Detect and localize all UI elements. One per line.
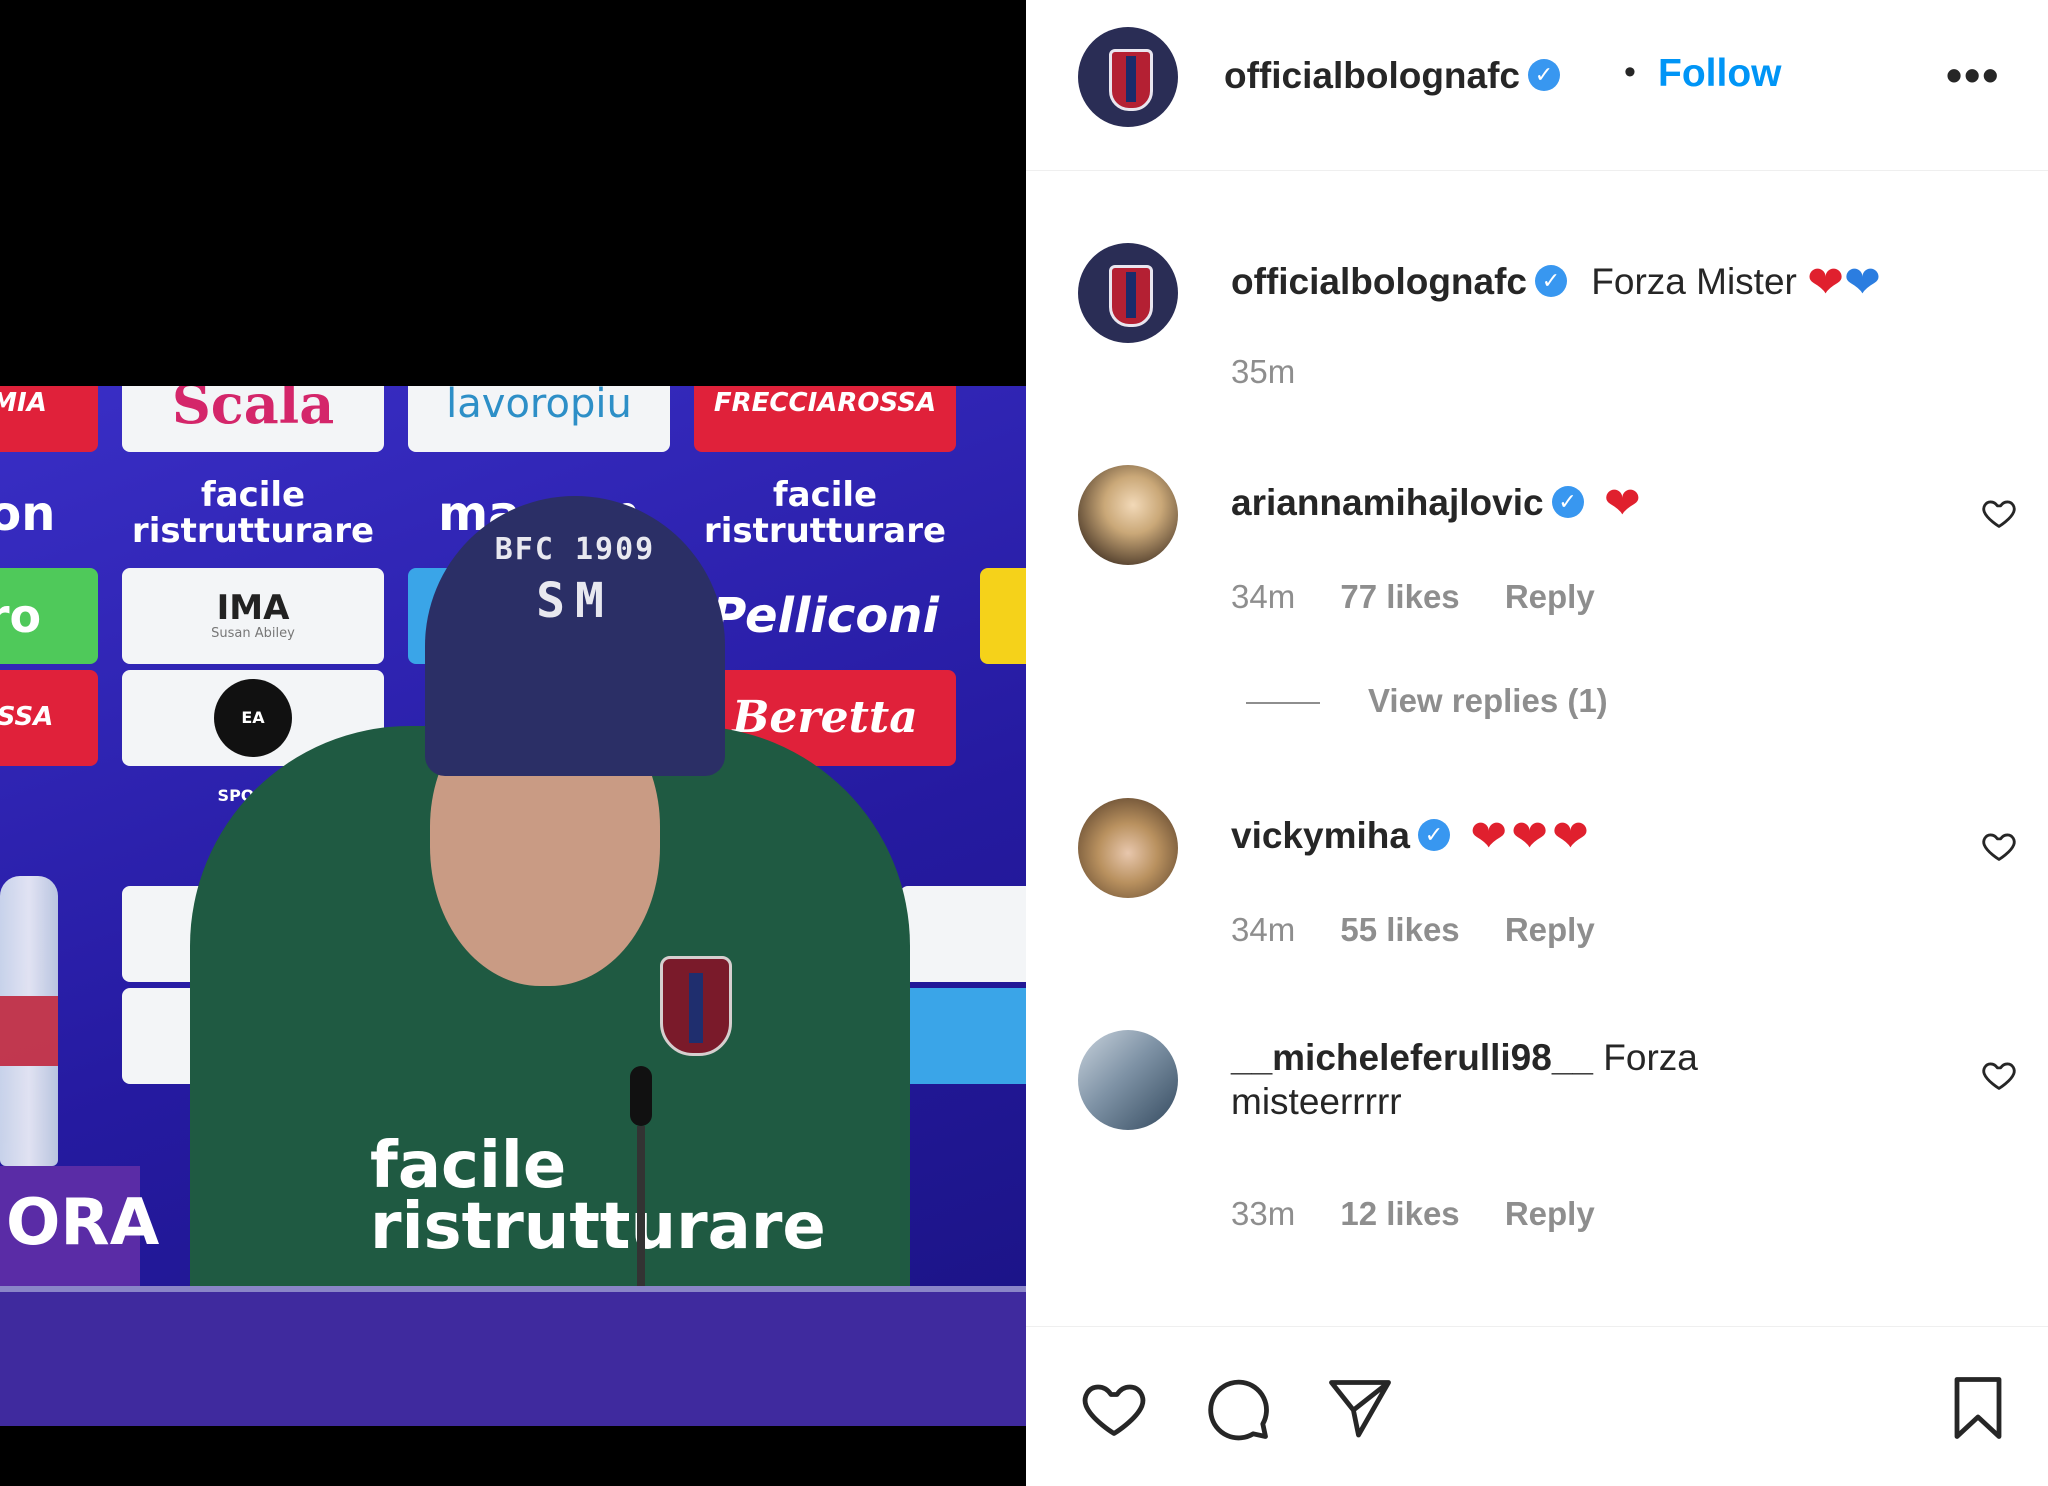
sponsor-tile-ima: IMA Susan Abiley: [122, 568, 384, 664]
sponsor-tile-ossa: OSSA: [0, 670, 98, 766]
sponsor-tile-pelliconi: Pelliconi: [711, 587, 939, 644]
coach-beanie: BFC 1909 SM: [425, 496, 725, 776]
sponsor-tile-ro: ro: [0, 568, 98, 664]
comment-1-like-icon[interactable]: [1980, 494, 2018, 532]
post-side-panel: officialbolognafc ✓ • Follow ••• official…: [1026, 0, 2048, 1486]
commenter-avatar-2[interactable]: [1078, 798, 1178, 898]
sponsor-tile-yellow: [980, 568, 1026, 664]
comment-2-time[interactable]: 34m: [1231, 911, 1295, 948]
comment-3-reply-button[interactable]: Reply: [1505, 1195, 1595, 1232]
microphone: [630, 1066, 652, 1126]
comment-3-like-icon[interactable]: [1980, 1056, 2018, 1094]
press-conference-photo: MIA Scala lavoropiu FRECCIAROSSA ron fac…: [0, 386, 1026, 1426]
commenter-avatar-3[interactable]: [1078, 1030, 1178, 1130]
sponsor-tile-frecciarossa: FRECCIAROSSA: [694, 386, 956, 452]
blue-heart-emoji: ❤: [1844, 258, 1881, 307]
comment-2-username[interactable]: vickymiha: [1231, 815, 1410, 856]
comment-2-like-icon[interactable]: [1980, 827, 2018, 865]
verified-badge-icon: ✓: [1535, 265, 1567, 298]
red-heart-emoji: ❤: [1603, 479, 1641, 528]
sponsor-tile-scala: Scala: [122, 386, 384, 452]
verified-badge-icon: ✓: [1528, 59, 1560, 92]
verified-badge-icon: ✓: [1551, 486, 1584, 519]
author-avatar[interactable]: [1078, 27, 1178, 127]
bologna-crest-badge: [660, 956, 732, 1056]
sponsor-tile-lavoropiu: lavoropiu: [408, 386, 670, 452]
sponsor-tile-ron: ron: [0, 485, 56, 542]
sponsor-tile-partial-3: [900, 886, 1026, 982]
commenter-avatar-1[interactable]: [1078, 465, 1178, 565]
jacket-sponsor-logo: facile ristrutturare: [370, 1129, 826, 1264]
caption-time[interactable]: 35m: [1231, 353, 1295, 391]
comment-1-time[interactable]: 34m: [1231, 578, 1295, 615]
sponsor-tile-facile-1: facile ristrutturare: [131, 475, 375, 551]
sponsor-tile-facile-2: facile ristrutturare: [703, 475, 947, 551]
more-options-icon[interactable]: •••: [1946, 48, 2000, 102]
post-header: officialbolognafc ✓ • Follow •••: [1026, 0, 2048, 171]
comment-3-likes[interactable]: 12 likes: [1340, 1195, 1459, 1232]
caption-row: officialbolognafc ✓ Forza Mister ❤❤: [1231, 254, 1881, 307]
comment-1-meta: 34m 77 likes Reply: [1231, 578, 1631, 616]
sponsor-tile-partial-4: [900, 988, 1026, 1084]
comment-3-time[interactable]: 33m: [1231, 1195, 1295, 1232]
header-separator: •: [1624, 53, 1636, 91]
replies-line: [1246, 702, 1320, 705]
view-replies-button[interactable]: View replies (1): [1246, 682, 1608, 720]
comment-1-reply-button[interactable]: Reply: [1505, 578, 1595, 615]
author-username[interactable]: officialbolognafc ✓: [1224, 55, 1560, 97]
comment-2-likes[interactable]: 55 likes: [1340, 911, 1459, 948]
press-desk: [0, 1286, 1026, 1426]
post-media[interactable]: MIA Scala lavoropiu FRECCIAROSSA ron fac…: [0, 0, 1026, 1486]
comment-3-meta: 33m 12 likes Reply: [1231, 1195, 1631, 1233]
actions-divider: [1026, 1326, 2048, 1327]
paper-plane-icon[interactable]: [1324, 1372, 1396, 1444]
comment-2-meta: 34m 55 likes Reply: [1231, 911, 1631, 949]
comment-1-username[interactable]: ariannamihajlovic: [1231, 482, 1544, 523]
caption-username[interactable]: officialbolognafc: [1231, 261, 1527, 302]
comment-1-row: ariannamihajlovic ✓ ❤: [1231, 475, 1641, 528]
bookmark-icon[interactable]: [1942, 1372, 2014, 1444]
red-hearts-emoji: ❤❤❤: [1470, 812, 1589, 861]
comment-bubble-icon[interactable]: [1201, 1372, 1273, 1444]
caption-avatar[interactable]: [1078, 243, 1178, 343]
sponsor-tile-mia: MIA: [0, 386, 98, 452]
water-bottle: [0, 876, 58, 1166]
red-heart-emoji: ❤: [1807, 258, 1845, 307]
comment-2-row: vickymiha ✓ ❤❤❤: [1231, 808, 1589, 861]
comment-1-likes[interactable]: 77 likes: [1340, 578, 1459, 615]
desk-sign: ORA: [0, 1166, 159, 1286]
comment-2-reply-button[interactable]: Reply: [1505, 911, 1595, 948]
verified-badge-icon: ✓: [1417, 819, 1450, 852]
heart-outline-icon[interactable]: [1078, 1372, 1150, 1444]
comment-3-username[interactable]: __micheleferulli98__: [1231, 1037, 1593, 1078]
caption-text: Forza Mister: [1591, 261, 1797, 302]
comment-3-row: __micheleferulli98__ Forza misteerrrrr: [1231, 1036, 1791, 1125]
follow-button[interactable]: Follow: [1658, 52, 1781, 96]
